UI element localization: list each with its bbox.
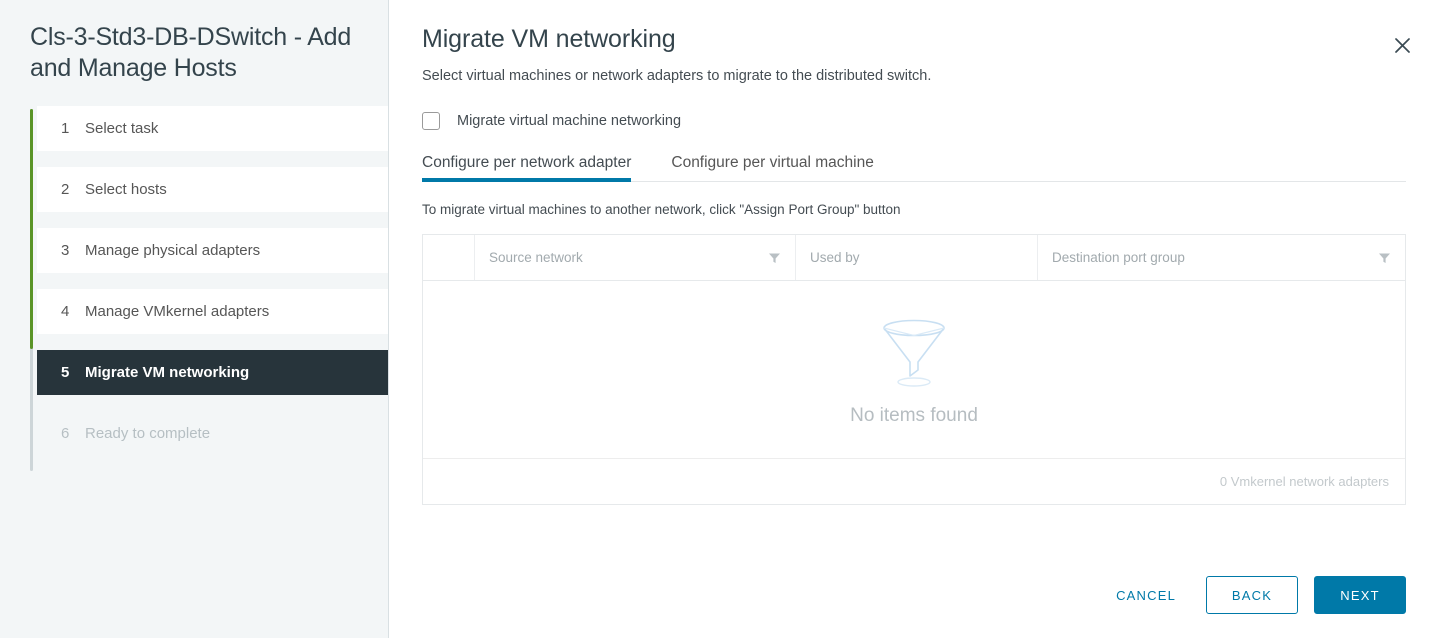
wizard-footer: CANCEL BACK NEXT	[1102, 576, 1406, 614]
step-number: 3	[61, 242, 70, 259]
tab-configure-per-network-adapter[interactable]: Configure per network adapter	[422, 154, 632, 182]
table-footer: 0 Vmkernel network adapters	[423, 458, 1405, 504]
assign-port-group-hint: To migrate virtual machines to another n…	[422, 202, 901, 217]
column-header-label: Destination port group	[1052, 250, 1185, 265]
tab-label: Configure per network adapter	[422, 154, 632, 171]
filter-icon[interactable]	[1378, 251, 1391, 264]
column-header-used-by[interactable]: Used by	[796, 235, 1038, 280]
add-and-manage-hosts-wizard: Cls-3-Std3-DB-DSwitch - Add and Manage H…	[0, 0, 1439, 638]
migrate-vm-networking-label: Migrate virtual machine networking	[457, 113, 682, 129]
tab-label: Configure per virtual machine	[671, 154, 874, 171]
step-number: 6	[61, 425, 70, 442]
wizard-main-panel: Migrate VM networking Select virtual mac…	[389, 0, 1439, 638]
table-footer-count: 0 Vmkernel network adapters	[1219, 474, 1389, 489]
step-label: Ready to complete	[85, 425, 211, 442]
column-header-destination-port-group[interactable]: Destination port group	[1038, 235, 1405, 280]
configuration-tabs: Configure per network adapter Configure …	[422, 154, 1406, 182]
empty-state-text: No items found	[850, 405, 978, 426]
funnel-icon	[876, 312, 952, 393]
page-subtitle: Select virtual machines or network adapt…	[422, 68, 932, 84]
table-header-row: Source network Used by Destination port …	[423, 235, 1405, 281]
sidebar-step-6[interactable]: 6 Ready to complete	[37, 411, 388, 456]
wizard-title: Cls-3-Std3-DB-DSwitch - Add and Manage H…	[30, 23, 352, 82]
sidebar-step-5[interactable]: 5 Migrate VM networking	[37, 350, 388, 395]
column-header-label: Used by	[810, 250, 860, 265]
step-number: 2	[61, 181, 70, 198]
step-number: 1	[61, 120, 70, 137]
wizard-steps: 1 Select task 2 Select hosts 3 Manage ph…	[0, 106, 388, 471]
step-number: 4	[61, 303, 70, 320]
table-body-empty-state: No items found	[423, 281, 1405, 458]
column-header-select[interactable]	[423, 235, 475, 280]
cancel-button[interactable]: CANCEL	[1102, 576, 1190, 614]
next-button[interactable]: NEXT	[1314, 576, 1406, 614]
back-button[interactable]: BACK	[1206, 576, 1298, 614]
filter-icon[interactable]	[768, 251, 781, 264]
sidebar-step-4[interactable]: 4 Manage VMkernel adapters	[37, 289, 388, 334]
step-number: 5	[61, 364, 70, 381]
step-label: Select task	[85, 120, 159, 137]
sidebar-step-1[interactable]: 1 Select task	[37, 106, 388, 151]
column-header-source-network[interactable]: Source network	[475, 235, 796, 280]
step-label: Manage physical adapters	[85, 242, 261, 259]
main-header: Migrate VM networking Select virtual mac…	[389, 0, 1439, 84]
migrate-vm-networking-row: Migrate virtual machine networking	[422, 110, 1406, 132]
step-label: Migrate VM networking	[85, 364, 250, 381]
sidebar-step-2[interactable]: 2 Select hosts	[37, 167, 388, 212]
progress-fill	[30, 109, 33, 349]
wizard-sidebar: Cls-3-Std3-DB-DSwitch - Add and Manage H…	[0, 0, 389, 638]
step-label: Manage VMkernel adapters	[85, 303, 270, 320]
close-icon[interactable]	[1387, 30, 1417, 60]
migrate-vm-networking-checkbox[interactable]	[422, 112, 440, 130]
page-title: Migrate VM networking	[422, 25, 676, 53]
sidebar-step-3[interactable]: 3 Manage physical adapters	[37, 228, 388, 273]
tab-configure-per-virtual-machine[interactable]: Configure per virtual machine	[671, 154, 873, 181]
main-content: Migrate virtual machine networking Confi…	[389, 110, 1439, 505]
column-header-label: Source network	[489, 250, 583, 265]
step-label: Select hosts	[85, 181, 167, 198]
network-adapters-table: Source network Used by Destination port …	[422, 234, 1406, 505]
